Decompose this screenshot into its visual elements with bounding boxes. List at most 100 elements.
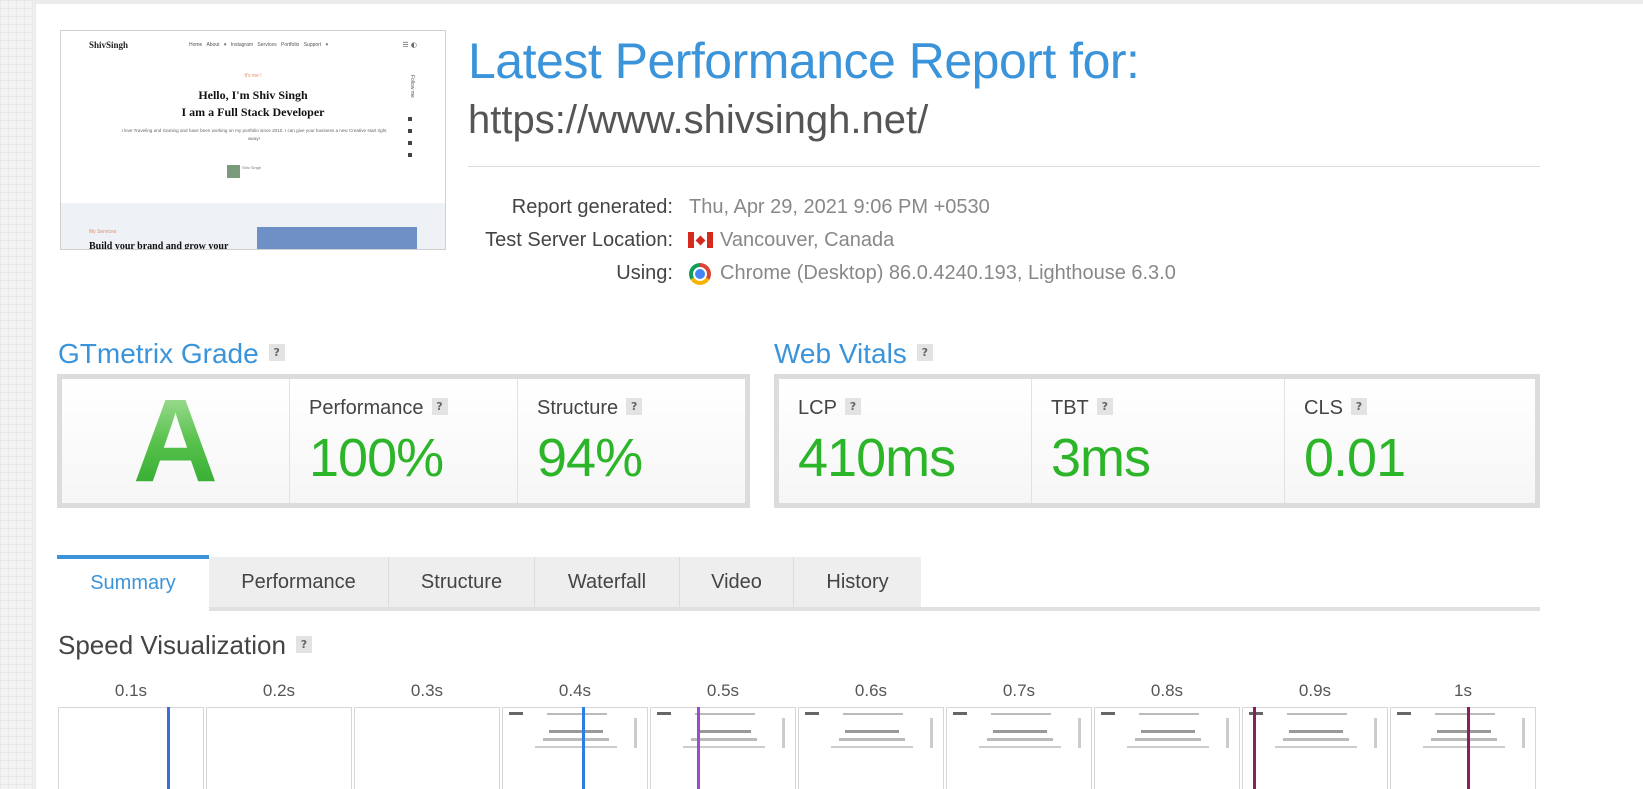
meta-value: Vancouver, Canada [720,229,895,251]
canada-flag-icon [688,232,713,248]
thumb-avatar-caption: Shiv Singh [242,165,262,170]
filmstrip-frame[interactable] [354,707,500,789]
timeline-label: 0.5s [706,681,740,700]
thumb-services-image [257,227,417,249]
thumb-social-icon [408,129,412,133]
performance-value: 100% [309,428,444,488]
frame-page-preview [1243,708,1387,789]
thumb-social-icon [408,153,412,157]
help-icon[interactable]: ? [431,398,448,416]
gtmetrix-grade-title: GTmetrix Grade [58,338,259,369]
help-icon[interactable]: ? [626,398,643,416]
timeline-label: 0.2s [262,681,296,700]
grade-box: A Performance? 100% Structure? 94% [57,374,750,508]
divider [468,166,1540,167]
timeline-label: 1s [1454,681,1472,700]
cls-label: CLS? [1304,397,1367,420]
web-vitals-heading: Web Vitals? [774,338,933,370]
frame-page-preview [1391,708,1535,789]
thumb-nav-links: Home About ▾ Instagram Services Portfoli… [189,42,329,48]
fcp-marker [582,707,585,789]
filmstrip-frame[interactable] [1390,707,1536,789]
timeline-label: 0.6s [854,681,888,700]
filmstrip-frame[interactable] [1242,707,1388,789]
performance-cell: Performance? 100% [289,379,517,503]
left-sidebar-strip [0,0,34,789]
onload-marker [1467,707,1470,789]
tab-performance[interactable]: Performance [209,557,389,607]
meta-label: Report generated: [511,196,673,218]
frame-page-preview [1095,708,1239,789]
thumb-follow: Follow me [409,75,415,98]
frame-page-preview [799,708,943,789]
report-url[interactable]: https://www.shivsingh.net/ [468,98,928,143]
structure-label: Structure? [537,397,643,420]
tab-waterfall[interactable]: Waterfall [535,557,680,607]
frame-page-preview [947,708,1091,789]
thumb-greeting: It's me ! [244,73,262,79]
structure-cell: Structure? 94% [517,379,745,503]
thumb-headline-2: I am a Full Stack Developer [181,105,325,119]
cls-label-text: CLS [1304,397,1343,419]
timeline-label: 0.7s [1002,681,1036,700]
speed-visualization-title: Speed Visualization [58,630,286,660]
filmstrip-frame[interactable] [946,707,1092,789]
tti-marker [1253,707,1256,789]
meta-server-location: Test Server Location: Vancouver, Canada [436,229,1336,253]
tbt-value: 3ms [1051,428,1151,488]
tbt-label: TBT? [1051,397,1113,420]
lcp-cell: LCP? 410ms [779,379,1031,503]
grade-letter-cell: A [62,379,289,503]
help-icon[interactable]: ? [268,344,285,362]
lcp-label: LCP? [798,397,861,420]
meta-value: Thu, Apr 29, 2021 9:06 PM +0530 [689,196,990,218]
help-icon[interactable]: ? [916,344,933,362]
frame-page-preview [503,708,647,789]
page-screenshot-thumbnail[interactable]: ShivSingh Home About ▾ Instagram Service… [60,30,446,250]
meta-report-generated: Report generated: Thu, Apr 29, 2021 9:06… [436,196,1336,220]
grade-letter: A [62,379,289,503]
filmstrip-frame[interactable] [650,707,796,789]
gtmetrix-grade-heading: GTmetrix Grade? [58,338,285,370]
thumb-nav: ShivSingh Home About ▾ Instagram Service… [61,31,445,61]
timeline-label: 0.1s [114,681,148,700]
timeline-label: 0.8s [1150,681,1184,700]
meta-label: Test Server Location: [485,229,673,251]
help-icon[interactable]: ? [1350,398,1367,416]
thumb-logo: ShivSingh [89,40,129,50]
frame-page-preview [651,708,795,789]
help-icon[interactable]: ? [844,398,861,416]
tab-structure[interactable]: Structure [389,557,535,607]
thumb-social-icon [408,117,412,121]
filmstrip-frame[interactable] [206,707,352,789]
tab-history[interactable]: History [794,557,921,607]
web-vitals-box: LCP? 410ms TBT? 3ms CLS? 0.01 [774,374,1540,508]
speed-visualization-heading: Speed Visualization? [58,630,312,661]
web-vitals-title: Web Vitals [774,338,907,369]
tbt-label-text: TBT [1051,397,1089,419]
filmstrip-frame[interactable] [1094,707,1240,789]
thumb-headline-1: Hello, I'm Shiv Singh [198,88,308,102]
cls-cell: CLS? 0.01 [1284,379,1535,503]
timeline-label: 0.9s [1298,681,1332,700]
help-icon[interactable]: ? [1096,398,1113,416]
tab-summary[interactable]: Summary [57,555,209,611]
tab-video[interactable]: Video [680,557,794,607]
report-title: Latest Performance Report for: [468,33,1140,89]
timeline-label: 0.3s [410,681,444,700]
thumb-headline: Hello, I'm Shiv Singh I am a Full Stack … [61,87,445,121]
structure-label-text: Structure [537,397,619,419]
filmstrip-frame[interactable] [58,707,204,789]
filmstrip-frame[interactable] [798,707,944,789]
meta-label: Using: [616,262,673,284]
thumb-services-label: My Services [89,229,117,235]
meta-using: Using: Chrome (Desktop) 86.0.4240.193, L… [436,262,1336,286]
structure-value: 94% [537,428,643,488]
filmstrip-frame[interactable] [502,707,648,789]
tbt-cell: TBT? 3ms [1031,379,1284,503]
thumb-services-heading: Build your brand and grow your [89,241,229,250]
thumb-menu-icon: ☰ ◐ [402,41,417,49]
help-icon[interactable]: ? [295,635,312,653]
report-card: ShivSingh Home About ▾ Instagram Service… [36,4,1643,789]
thumb-intro: I love Traveling and Gaming and have bee… [121,128,387,141]
